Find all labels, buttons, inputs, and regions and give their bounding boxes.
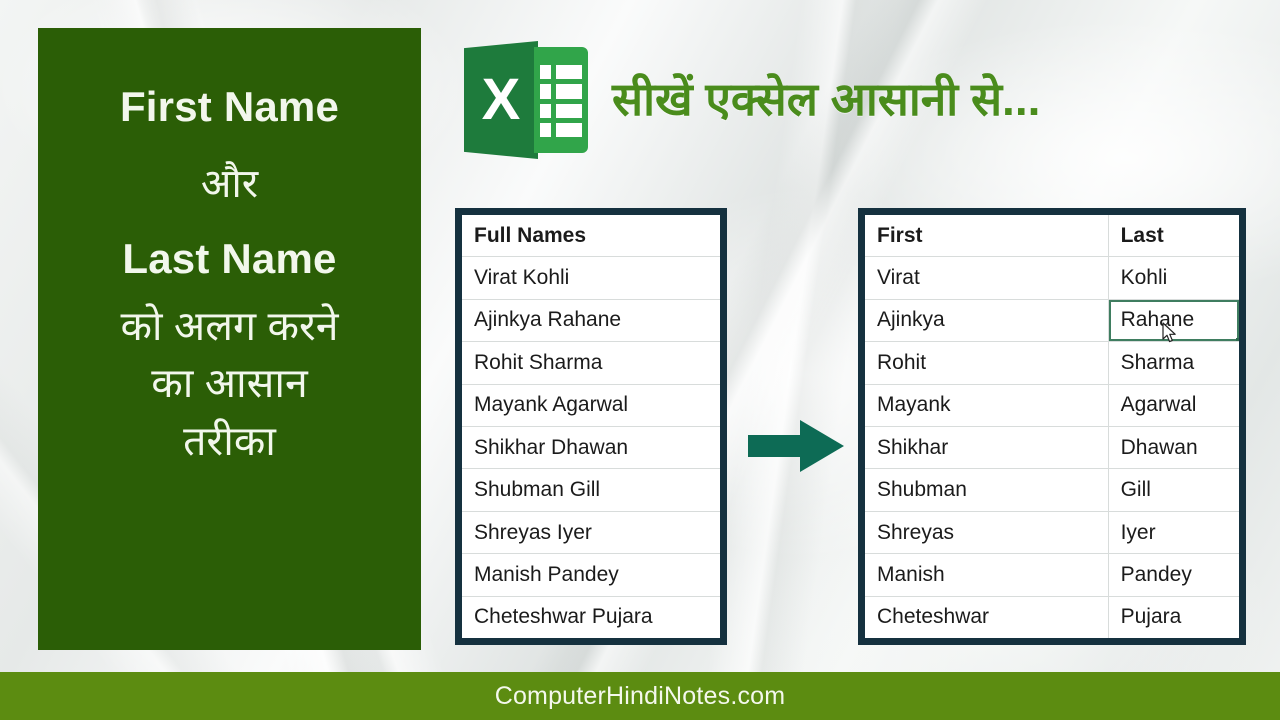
table-row[interactable]: Mayank Agarwal <box>865 384 1239 427</box>
cell-full-name[interactable]: Virat Kohli <box>462 256 720 300</box>
cell-last-name[interactable]: Pujara <box>1107 596 1239 638</box>
cell-first-name[interactable]: Rohit <box>865 341 1109 385</box>
table-row[interactable]: Shubman Gill <box>865 468 1239 512</box>
full-names-table-body: Full Names Virat Kohli Ajinkya Rahane Ro… <box>462 215 720 638</box>
table-row[interactable]: Rohit Sharma <box>865 341 1239 385</box>
cell-first-name[interactable]: Virat <box>865 256 1109 300</box>
cell-first-name[interactable]: Mayank <box>865 384 1109 427</box>
full-names-table[interactable]: Full Names Virat Kohli Ajinkya Rahane Ro… <box>462 215 720 638</box>
cell-full-name[interactable]: Shikhar Dhawan <box>462 426 720 470</box>
cell-full-name[interactable]: Shreyas Iyer <box>462 511 720 555</box>
table-header-row: First Last <box>865 215 1239 258</box>
cell-full-name[interactable]: Rohit Sharma <box>462 341 720 385</box>
excel-logo-letter: X <box>481 67 521 132</box>
title-line-ka-aasan: का आसान <box>151 360 308 407</box>
excel-logo-grid-cell <box>540 65 551 80</box>
table-row[interactable]: Mayank Agarwal <box>462 384 720 427</box>
cell-last-name[interactable]: Sharma <box>1107 341 1239 385</box>
table-row[interactable]: Ajinkya Rahane <box>865 299 1239 343</box>
cell-first-name[interactable]: Ajinkya <box>865 299 1109 343</box>
table-row[interactable]: Shreyas Iyer <box>462 511 720 555</box>
column-header-full-names[interactable]: Full Names <box>462 215 720 258</box>
split-names-table-surface: First Last Virat Kohli Ajinkya Rahane Ro… <box>865 215 1239 638</box>
title-line-first-name: First Name <box>119 83 340 130</box>
footer-bar: ComputerHindiNotes.com <box>0 672 1280 720</box>
excel-logo-sheet <box>534 47 588 153</box>
table-row[interactable]: Manish Pandey <box>462 553 720 597</box>
excel-logo-grid-cell <box>556 103 582 118</box>
excel-logo: X <box>462 35 590 163</box>
excel-logo-grid-cell <box>540 122 551 137</box>
cell-full-name[interactable]: Shubman Gill <box>462 468 720 512</box>
full-names-table-frame: Full Names Virat Kohli Ajinkya Rahane Ro… <box>455 208 727 645</box>
tagline-text: सीखें एक्सेल आसानी से... <box>612 73 1041 125</box>
cell-last-name[interactable]: Kohli <box>1107 256 1239 300</box>
cell-first-name[interactable]: Manish <box>865 553 1109 597</box>
cell-first-name[interactable]: Shikhar <box>865 426 1109 470</box>
table-row[interactable]: Rohit Sharma <box>462 341 720 385</box>
cell-last-name[interactable]: Pandey <box>1107 553 1239 597</box>
table-row[interactable]: Shikhar Dhawan <box>865 426 1239 470</box>
table-row[interactable]: Virat Kohli <box>865 256 1239 300</box>
title-panel: First Name और Last Name को अलग करने का आ… <box>38 28 421 650</box>
table-header-row: Full Names <box>462 215 720 258</box>
cell-last-name[interactable]: Agarwal <box>1107 384 1239 427</box>
table-row[interactable]: Shubman Gill <box>462 468 720 512</box>
title-line-tarika: तरीका <box>183 417 276 464</box>
table-row[interactable]: Cheteshwar Pujara <box>865 596 1239 638</box>
excel-logo-grid <box>540 65 582 137</box>
excel-logo-grid-cell <box>556 122 582 137</box>
column-header-first[interactable]: First <box>865 215 1109 258</box>
excel-logo-grid-cell <box>540 84 551 99</box>
excel-logo-grid-cell <box>556 65 582 80</box>
cell-full-name[interactable]: Cheteshwar Pujara <box>462 596 720 638</box>
cell-first-name[interactable]: Cheteshwar <box>865 596 1108 638</box>
cell-first-name[interactable]: Shubman <box>865 468 1109 512</box>
split-names-table-frame: First Last Virat Kohli Ajinkya Rahane Ro… <box>858 208 1246 645</box>
column-header-last[interactable]: Last <box>1107 215 1239 258</box>
cell-last-name[interactable]: Iyer <box>1107 511 1239 555</box>
table-row[interactable]: Shikhar Dhawan <box>462 426 720 470</box>
table-row[interactable]: Manish Pandey <box>865 553 1239 597</box>
table-row[interactable]: Virat Kohli <box>462 256 720 300</box>
title-line-last-name: Last Name <box>122 235 337 283</box>
full-names-table-surface: Full Names Virat Kohli Ajinkya Rahane Ro… <box>462 215 720 638</box>
cell-first-name[interactable]: Shreyas <box>865 511 1109 555</box>
cell-full-name[interactable]: Ajinkya Rahane <box>462 299 720 343</box>
slide-canvas: First Name और Last Name को अलग करने का आ… <box>0 0 1280 720</box>
header: X सीखें एक्सेल आसानी से... <box>462 34 1040 164</box>
footer-brand[interactable]: ComputerHindiNotes.com <box>495 682 786 711</box>
excel-logo-grid-cell <box>540 103 551 118</box>
split-names-table[interactable]: First Last Virat Kohli Ajinkya Rahane Ro… <box>865 215 1239 638</box>
cell-last-name-selected[interactable]: Rahane <box>1107 299 1239 343</box>
cell-last-name[interactable]: Gill <box>1107 468 1239 512</box>
title-line-aur: और <box>200 162 259 206</box>
right-arrow-icon <box>748 420 844 472</box>
table-row[interactable]: Ajinkya Rahane <box>462 299 720 343</box>
cell-full-name[interactable]: Manish Pandey <box>462 553 720 597</box>
table-row[interactable]: Shreyas Iyer <box>865 511 1239 555</box>
split-names-table-body: First Last Virat Kohli Ajinkya Rahane Ro… <box>865 215 1239 638</box>
cell-full-name[interactable]: Mayank Agarwal <box>462 384 720 427</box>
excel-logo-grid-cell <box>556 84 582 99</box>
cell-last-name[interactable]: Dhawan <box>1107 426 1239 470</box>
table-row[interactable]: Cheteshwar Pujara <box>462 596 720 638</box>
title-line-ko-alag-karne: को अलग करने <box>120 303 339 350</box>
